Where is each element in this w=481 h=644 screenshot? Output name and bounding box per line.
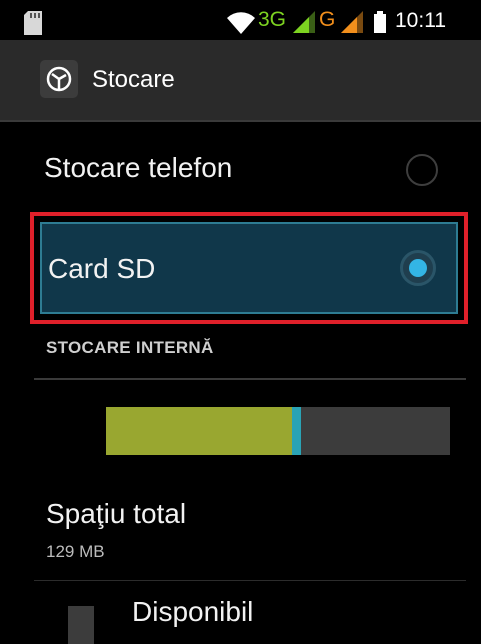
storage-usage-bar — [106, 407, 450, 455]
option-phone-storage[interactable]: Stocare telefon — [30, 122, 468, 216]
wifi-icon — [227, 12, 255, 35]
total-space-value: 129 MB — [46, 542, 105, 561]
usage-other-segment — [292, 407, 301, 455]
section-header: STOCARE INTERNĂ — [46, 338, 214, 357]
usage-used-segment — [106, 407, 292, 455]
clock: 10:11 — [395, 9, 446, 32]
option-label: Card SD — [48, 253, 156, 284]
battery-icon — [374, 11, 386, 33]
storage-settings-icon[interactable] — [40, 60, 78, 98]
option-sd-card[interactable]: Card SD — [30, 212, 468, 324]
radio-unselected[interactable] — [406, 154, 438, 186]
sd-card-icon — [24, 11, 42, 35]
network-3g-label: 3G — [258, 8, 287, 31]
radio-selected[interactable] — [400, 250, 436, 286]
divider — [34, 378, 466, 380]
signal-icon — [293, 11, 315, 33]
status-bar: 3G G 10:11 — [0, 0, 481, 40]
option-label: Stocare telefon — [44, 152, 233, 183]
signal-icon — [341, 11, 363, 33]
radio-dot — [409, 259, 427, 277]
total-space-label: Spaţiu total — [46, 498, 187, 529]
available-label: Disponibil — [132, 596, 254, 627]
network-g-label: G — [319, 8, 336, 31]
divider — [34, 580, 466, 581]
available-color-swatch — [68, 606, 94, 644]
page-title: Stocare — [92, 66, 175, 93]
